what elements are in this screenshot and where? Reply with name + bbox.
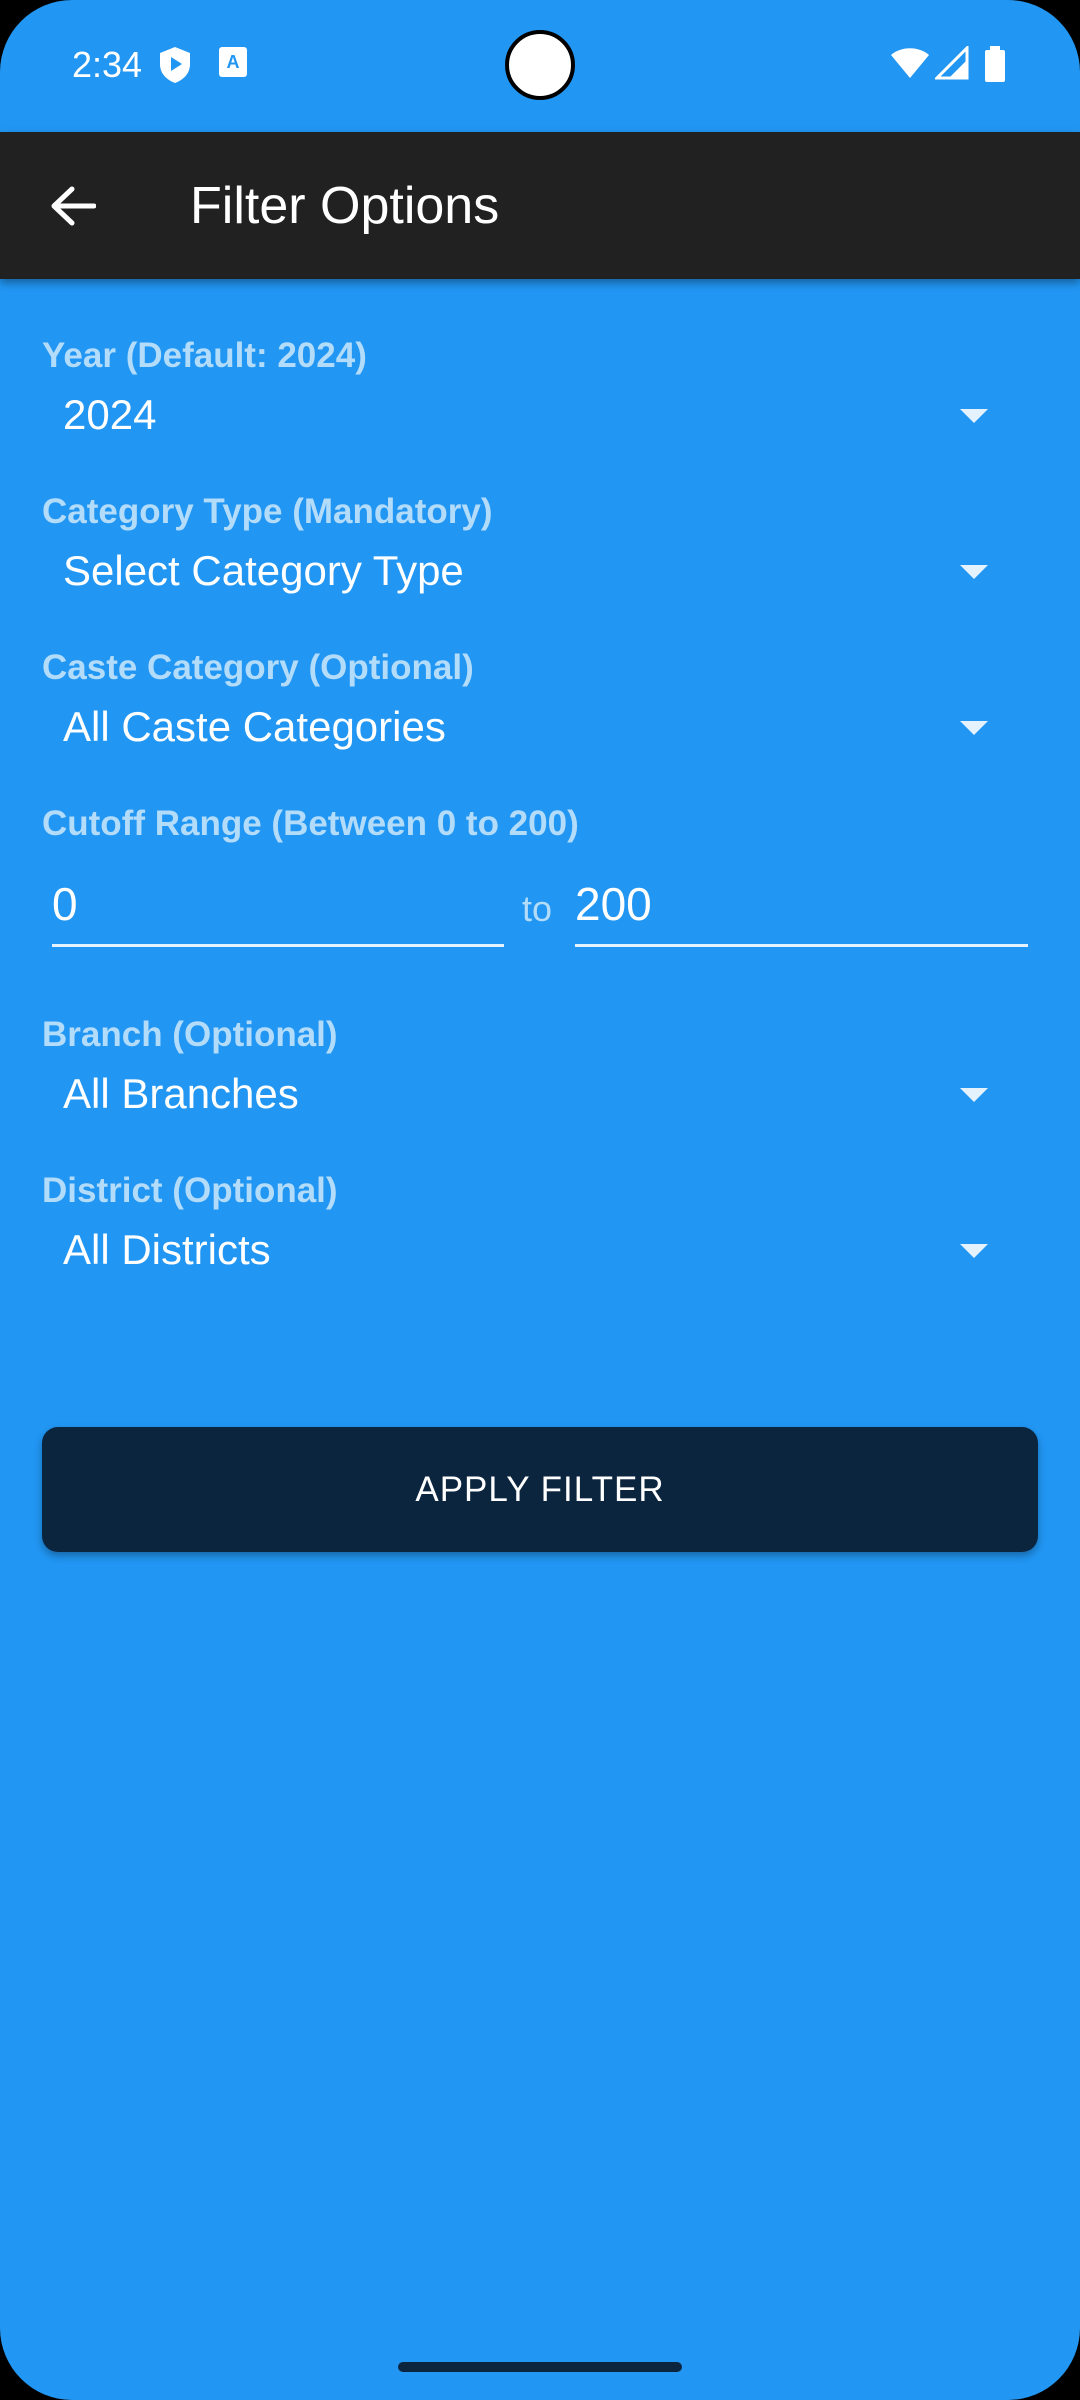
district-dropdown[interactable]: All Districts [42, 1212, 1002, 1292]
back-button[interactable] [36, 169, 110, 243]
translate-icon: A [218, 46, 248, 83]
cutoff-max-value: 200 [575, 878, 652, 930]
year-value: 2024 [63, 391, 157, 438]
battery-icon [984, 46, 1006, 87]
cell-signal-icon [933, 44, 969, 85]
year-label: Year (Default: 2024) [42, 336, 367, 375]
chevron-down-icon [960, 409, 988, 423]
branch-label: Branch (Optional) [42, 1015, 338, 1054]
chevron-down-icon [960, 565, 988, 579]
cutoff-to-label: to [522, 888, 553, 929]
district-label: District (Optional) [42, 1171, 338, 1210]
caste-category-label: Caste Category (Optional) [42, 648, 474, 687]
branch-value: All Branches [63, 1070, 299, 1117]
shield-play-icon [158, 46, 192, 89]
svg-text:A: A [227, 52, 240, 72]
caste-category-value: All Caste Categories [63, 703, 446, 750]
gesture-nav-handle[interactable] [398, 2362, 682, 2372]
wifi-icon [890, 46, 930, 85]
year-dropdown[interactable]: 2024 [42, 377, 1002, 457]
back-arrow-icon [51, 186, 96, 226]
category-type-value: Select Category Type [63, 547, 464, 594]
district-value: All Districts [63, 1226, 271, 1273]
status-bar: 2:34 A [0, 0, 1080, 132]
chevron-down-icon [960, 721, 988, 735]
cutoff-max-input[interactable]: 200 [575, 867, 1028, 947]
branch-dropdown[interactable]: All Branches [42, 1056, 1002, 1136]
app-bar: Filter Options [0, 132, 1080, 279]
camera-cutout [505, 30, 575, 100]
cutoff-min-value: 0 [52, 878, 78, 930]
category-type-label: Category Type (Mandatory) [42, 492, 493, 531]
chevron-down-icon [960, 1244, 988, 1258]
category-type-dropdown[interactable]: Select Category Type [42, 533, 1002, 613]
cutoff-min-input[interactable]: 0 [52, 867, 504, 947]
cutoff-range-label: Cutoff Range (Between 0 to 200) [42, 804, 579, 843]
screen: 2:34 A Filter Options Year (Default: 202… [0, 0, 1080, 2400]
page-title: Filter Options [190, 177, 500, 235]
caste-category-dropdown[interactable]: All Caste Categories [42, 689, 1002, 769]
status-time: 2:34 [72, 44, 143, 85]
chevron-down-icon [960, 1088, 988, 1102]
apply-filter-button[interactable]: APPLY FILTER [42, 1427, 1038, 1552]
